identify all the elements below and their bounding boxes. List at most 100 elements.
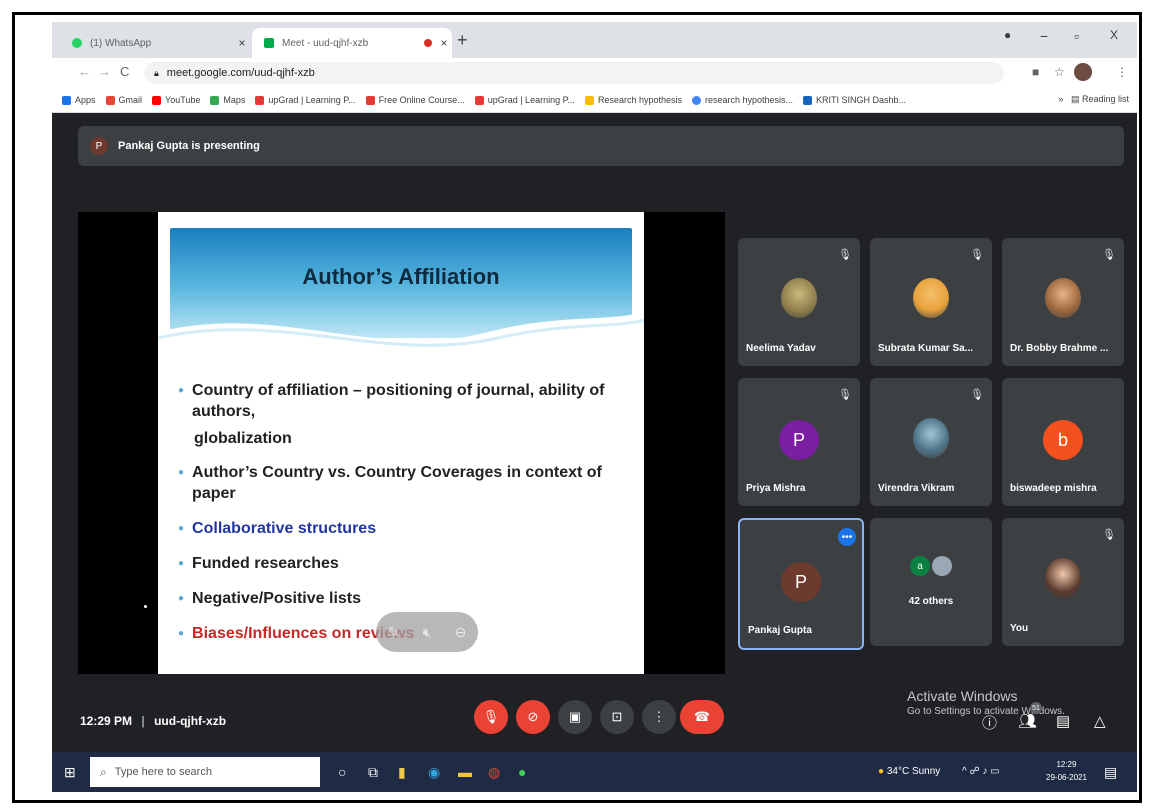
present-button[interactable]: ⊡ <box>600 700 634 734</box>
bookmark-kriti-dashboard[interactable]: KRITI SINGH Dashb... <box>803 95 906 105</box>
chat-icon[interactable]: ▤ <box>1056 712 1070 730</box>
camera-toggle-button[interactable]: ⊘ <box>516 700 550 734</box>
presentation-slide: Author’s Affiliation ● Country of affilia… <box>158 212 644 674</box>
taskbar-search[interactable]: ⌕ Type here to search <box>90 757 320 787</box>
cortana-icon[interactable]: ○ <box>338 764 346 780</box>
new-tab-button[interactable]: + <box>457 30 468 51</box>
mic-toggle-button[interactable]: 🎙︎ <box>474 700 508 734</box>
close-window-button[interactable]: X <box>1110 28 1118 42</box>
reading-list-button[interactable]: Reading list <box>1082 94 1129 104</box>
participant-tile[interactable]: 🎙︎ P Priya Mishra <box>738 378 860 506</box>
reload-icon[interactable]: C <box>120 64 129 79</box>
bookmark-youtube[interactable]: YouTube <box>152 95 200 105</box>
presenting-text: Pankaj Gupta is presenting <box>118 140 260 152</box>
captions-button[interactable]: ▣ <box>558 700 592 734</box>
search-icon: ⌕ <box>100 764 107 779</box>
mic-off-icon: 🎙︎ <box>482 709 500 724</box>
bookmark-maps[interactable]: Maps <box>210 95 245 105</box>
back-icon[interactable]: ← <box>78 64 91 79</box>
bookmark-free-course[interactable]: Free Online Course... <box>365 95 465 105</box>
file-explorer-icon[interactable]: ▬ <box>458 764 472 780</box>
camera-in-use-icon[interactable]: ■ <box>1032 65 1039 79</box>
bullet-dot-icon: ● <box>178 558 185 569</box>
others-photo <box>932 556 952 576</box>
participant-name: Neelima Yadav <box>746 343 816 354</box>
self-tile[interactable]: 🎙︎ You <box>1002 518 1124 646</box>
participant-tile[interactable]: 🎙︎ Neelima Yadav <box>738 238 860 366</box>
participant-tile[interactable]: b biswadeep mishra <box>1002 378 1124 506</box>
more-bookmarks-button[interactable]: » <box>1058 94 1063 104</box>
bookmark-label: upGrad | Learning P... <box>487 95 575 105</box>
windows-taskbar: ⊞ ⌕ Type here to search ○ ⧉ ▮ ◉ ▬ ◍ ● ● … <box>52 752 1137 792</box>
participant-tile[interactable]: 🎙︎ Dr. Bobby Brahme ... <box>1002 238 1124 366</box>
weather-text: 34°C Sunny <box>886 766 941 777</box>
tab-strip: (1) WhatsApp × Meet - uud-qjhf-xzb × + ●… <box>52 22 1137 58</box>
system-tray-icons[interactable]: ^ ☍ ♪ ▭ <box>962 766 1000 777</box>
participant-name: biswadeep mishra <box>1010 483 1097 494</box>
bookmark-label: Maps <box>223 95 246 105</box>
pin-icon[interactable]: ✎ <box>388 624 400 641</box>
activities-icon[interactable]: △ <box>1094 712 1106 730</box>
bookmark-gmail[interactable]: Gmail <box>105 95 142 105</box>
leave-call-button[interactable]: ☎︎ <box>680 700 724 734</box>
task-view-icon[interactable]: ⧉ <box>368 764 378 781</box>
url-text: meet.google.com/uud-qjhf-xzb <box>166 67 315 79</box>
notifications-icon[interactable]: ▤ <box>1104 764 1117 781</box>
chrome-icon[interactable]: ◍ <box>488 764 500 781</box>
weather-widget[interactable]: ● 34°C Sunny <box>878 766 940 777</box>
menu-icon[interactable]: ⋮ <box>1116 65 1128 79</box>
meeting-time: 12:29 PM <box>80 714 133 728</box>
participant-name: Priya Mishra <box>746 483 806 494</box>
avatar[interactable] <box>1074 63 1092 81</box>
dashboard-icon <box>803 95 813 105</box>
clock-time: 12:29 <box>1056 760 1077 769</box>
more-vert-icon: ⋮ <box>652 709 666 724</box>
participant-photo <box>781 278 817 318</box>
participant-tile-active-speaker[interactable]: ••• P Pankaj Gupta <box>738 518 864 650</box>
meet-icon <box>264 38 274 48</box>
mic-off-icon: 🎙︎ <box>970 389 984 401</box>
bookmark-label: Apps <box>75 95 96 105</box>
close-tab-icon[interactable]: × <box>436 36 452 50</box>
profile-icon[interactable]: ● <box>1004 28 1011 42</box>
info-icon[interactable]: ⓘ <box>982 712 997 733</box>
present-screen-icon: ⊡ <box>611 709 623 724</box>
bookmark-google-search[interactable]: research hypothesis... <box>691 95 794 105</box>
bookmark-upgrad-2[interactable]: upGrad | Learning P... <box>474 95 575 105</box>
participant-tile[interactable]: 🎙︎ Subrata Kumar Sa... <box>870 238 992 366</box>
participant-tile[interactable]: 🎙︎ Virendra Vikram <box>870 378 992 506</box>
remove-icon[interactable]: ⊖ <box>455 624 467 641</box>
bookmark-label: research hypothesis... <box>704 95 794 105</box>
minimize-button[interactable]: − <box>1040 28 1048 44</box>
bookmark-research-hypothesis[interactable]: Research hypothesis <box>584 95 682 105</box>
whatsapp-taskbar-icon[interactable]: ● <box>518 764 526 780</box>
bullet-text: Collaborative structures <box>192 520 377 537</box>
participant-photo <box>1045 278 1081 318</box>
others-tile[interactable]: a 42 others <box>870 518 992 646</box>
activate-windows-title: Activate Windows <box>907 688 1018 704</box>
meeting-code[interactable]: uud-qjhf-xzb <box>154 714 226 728</box>
more-options-icon[interactable]: ••• <box>838 528 856 546</box>
taskbar-clock[interactable]: 12:29 29-06-2021 <box>1046 758 1087 784</box>
tab-whatsapp[interactable]: (1) WhatsApp × <box>60 28 250 58</box>
participant-photo <box>913 418 949 458</box>
windows-start-icon[interactable]: ⊞ <box>64 764 76 781</box>
edge-icon[interactable]: ◉ <box>428 764 440 781</box>
bookmarks-bar: Apps Gmail YouTube Maps upGrad | Learnin… <box>52 88 1137 113</box>
people-icon[interactable]: 👥︎ <box>1018 712 1037 730</box>
bookmark-apps[interactable]: Apps <box>62 95 96 105</box>
bookmark-star-icon[interactable]: ☆ <box>1054 65 1065 79</box>
search-placeholder: Type here to search <box>114 766 212 778</box>
tab-meet[interactable]: Meet - uud-qjhf-xzb × <box>252 28 452 58</box>
address-bar[interactable]: 🔒︎ meet.google.com/uud-qjhf-xzb <box>144 62 1004 84</box>
store-icon[interactable]: ▮ <box>398 764 406 781</box>
reading-list-icon: ▤ <box>1070 94 1080 104</box>
participant-name: Dr. Bobby Brahme ... <box>1010 343 1109 354</box>
separator: | <box>141 714 145 728</box>
mute-presentation-icon[interactable]: 🔇︎ <box>423 624 432 641</box>
close-tab-icon[interactable]: × <box>234 36 250 50</box>
bookmark-upgrad-1[interactable]: upGrad | Learning P... <box>255 95 356 105</box>
forward-icon[interactable]: → <box>98 64 111 79</box>
more-options-button[interactable]: ⋮ <box>642 700 676 734</box>
maximize-button[interactable]: ▫ <box>1074 28 1079 44</box>
